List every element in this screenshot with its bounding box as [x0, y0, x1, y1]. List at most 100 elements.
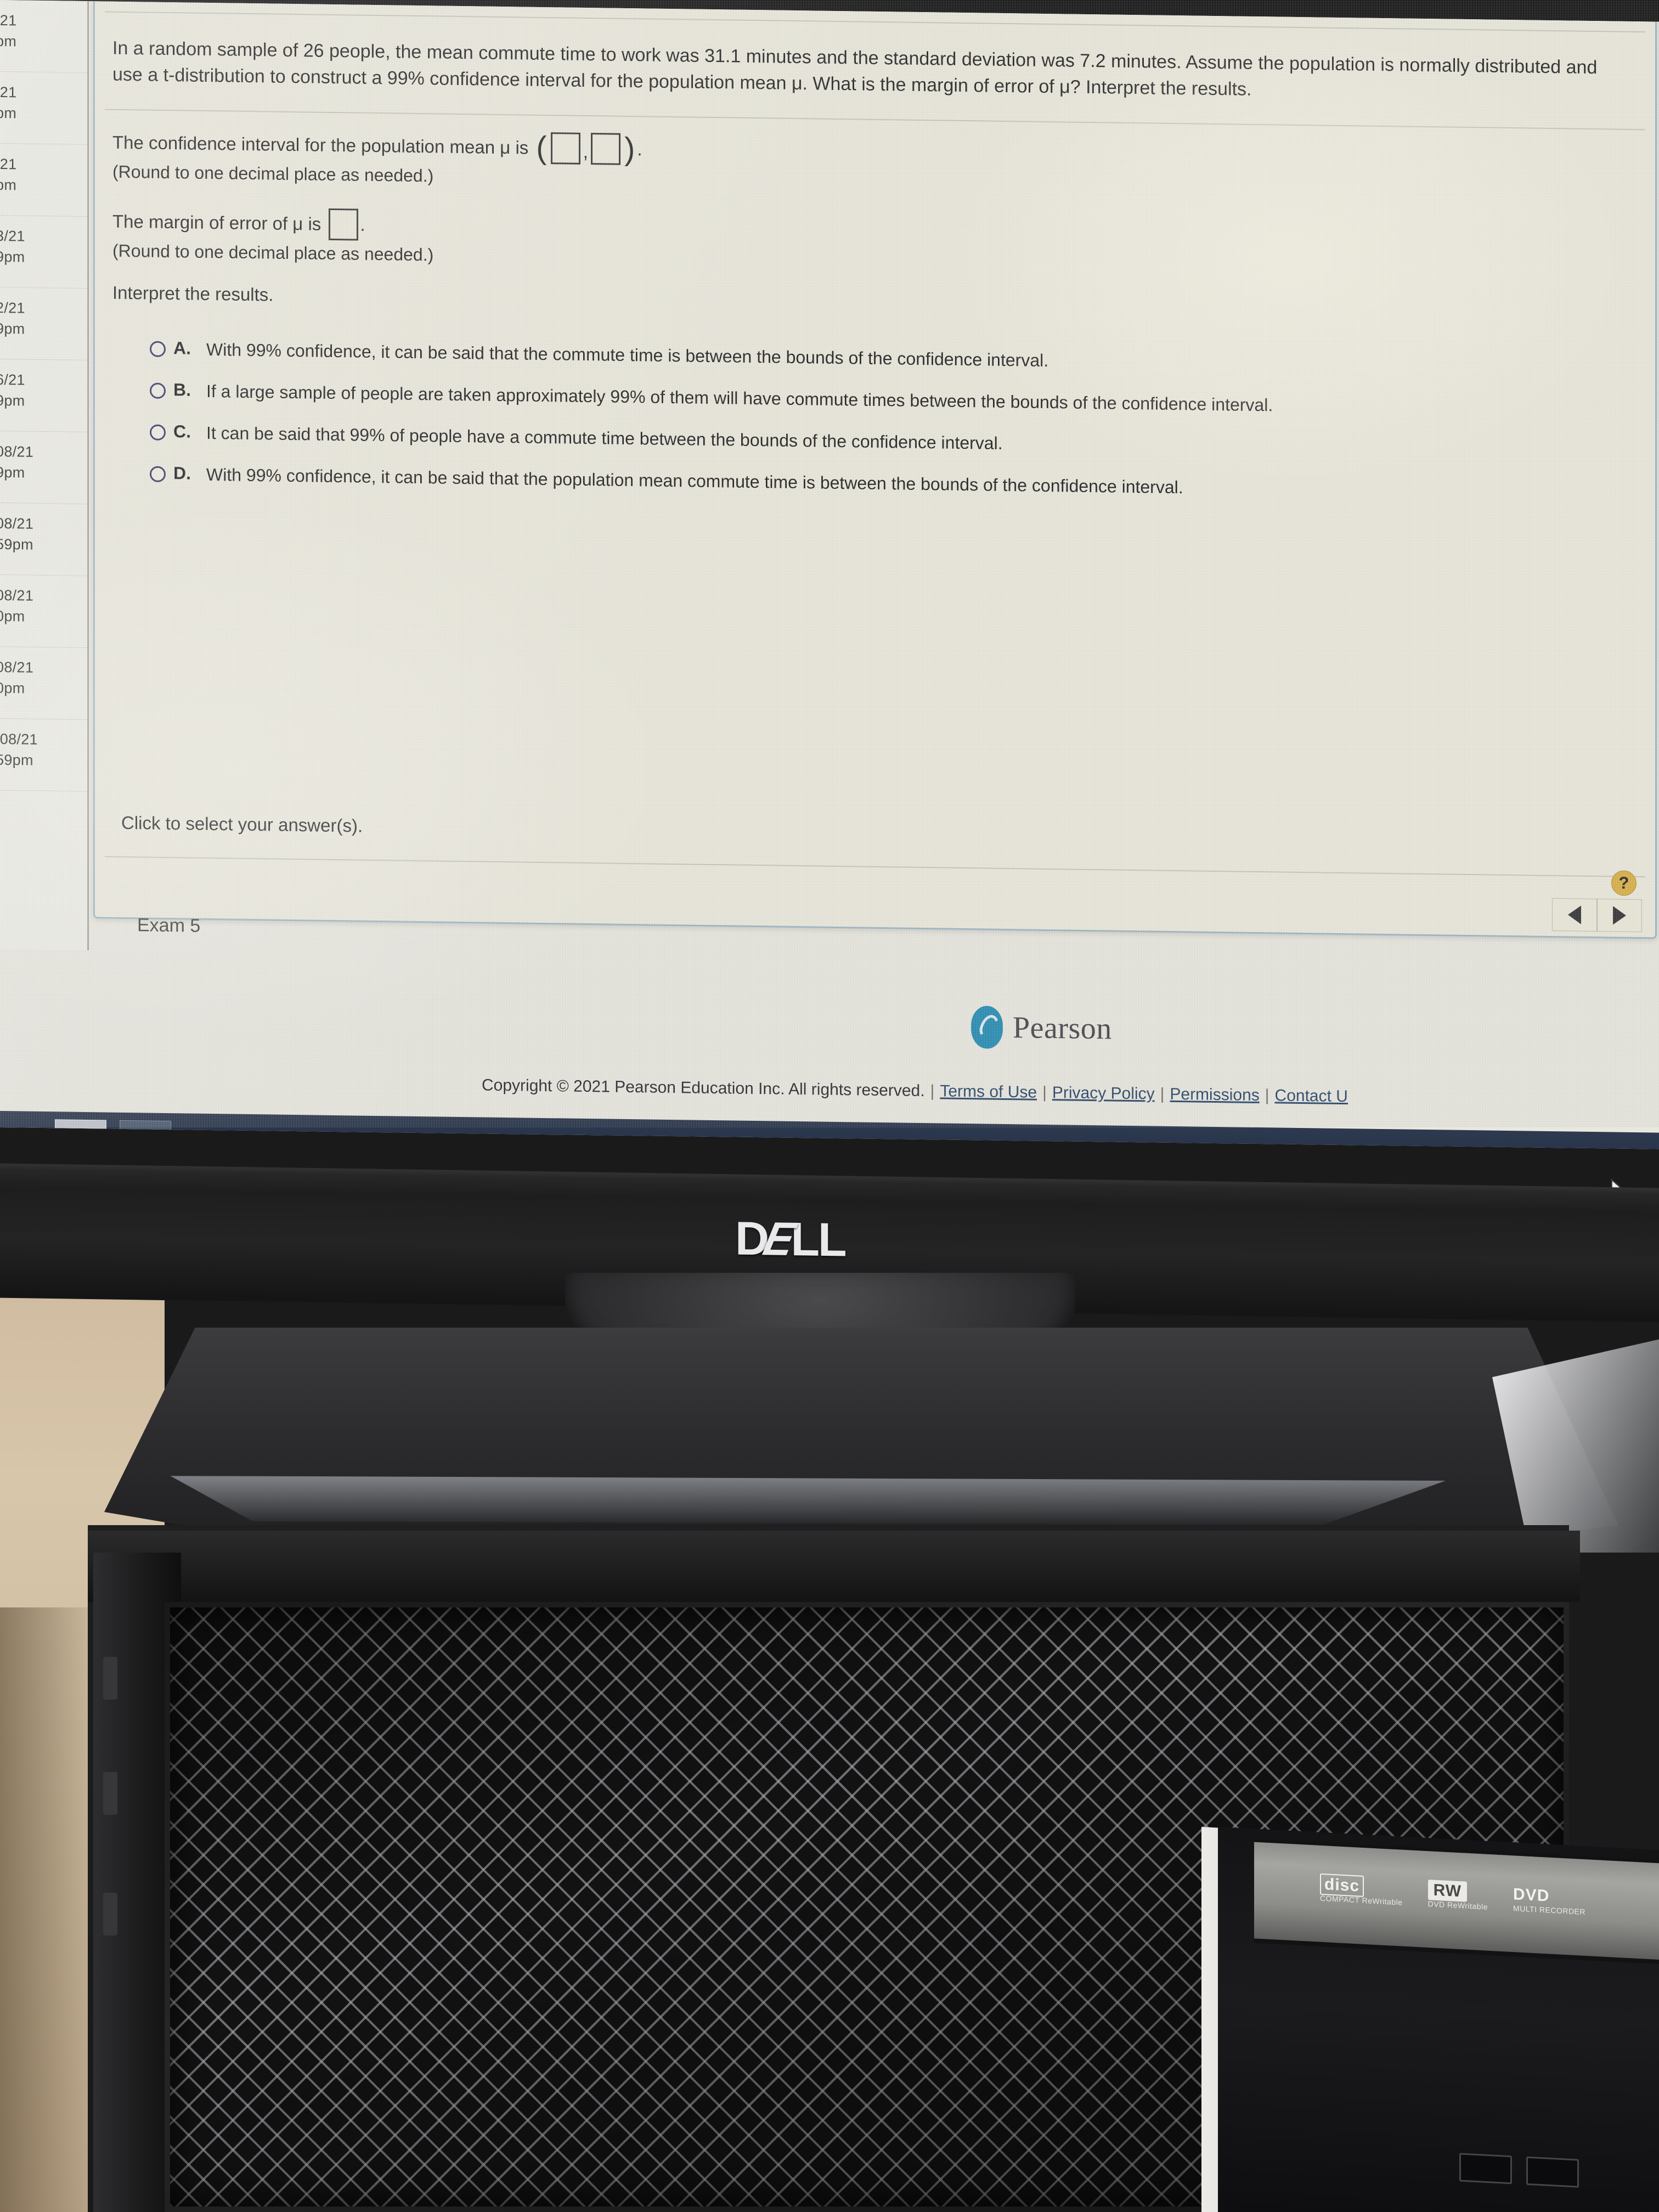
pearson-wordmark: Pearson	[1013, 1011, 1112, 1046]
media-player-icon	[6, 1130, 32, 1149]
chrome-icon	[64, 1128, 97, 1149]
radio-button-a[interactable]	[150, 341, 166, 357]
radio-button-c[interactable]	[150, 424, 166, 441]
confidence-interval-answer: The confidence interval for the populati…	[112, 127, 1210, 196]
due-time: 0pm	[0, 680, 25, 697]
permissions-link[interactable]: Permissions	[1170, 1085, 1259, 1105]
privacy-policy-link[interactable]: Privacy Policy	[1052, 1084, 1155, 1103]
divider-top	[105, 11, 1645, 33]
usb-port-icon	[1526, 2156, 1579, 2188]
due-time: 9pm	[0, 320, 25, 337]
previous-question-button[interactable]	[1552, 898, 1597, 932]
help-badge-icon[interactable]: ?	[1611, 870, 1637, 896]
tower-tab	[103, 1772, 117, 1815]
taskbar-item-chrome[interactable]	[55, 1119, 106, 1149]
optical-drive-face[interactable]: disc COMPACT ReWritable RW DVD ReWritabl…	[1254, 1838, 1659, 1965]
confidence-interval-label: The confidence interval for the populati…	[112, 132, 529, 158]
due-time: 59pm	[0, 536, 33, 554]
due-time: pm	[0, 177, 17, 194]
taskbar-item-media-player[interactable]	[0, 1119, 45, 1149]
monitor-screen: /21 pm /21 pm /21 pm 3/21 9pm 2/21 9pm 6…	[0, 0, 1659, 1149]
separator: |	[1265, 1086, 1269, 1105]
click-to-select-hint: Click to select your answer(s).	[121, 812, 363, 836]
rw-logo-icon: RW DVD ReWritable	[1427, 1880, 1488, 1911]
optical-drive-labels: disc COMPACT ReWritable RW DVD ReWritabl…	[1320, 1873, 1585, 1916]
sidebar-due-dates[interactable]: /21 pm /21 pm /21 pm 3/21 9pm 2/21 9pm 6…	[0, 0, 89, 951]
option-text: With 99% confidence, it can be said that…	[206, 464, 1183, 498]
monitor-stand-highlight	[170, 1476, 1446, 1525]
list-item[interactable]: /21 pm	[0, 72, 87, 145]
terms-of-use-link[interactable]: Terms of Use	[940, 1082, 1037, 1102]
compact-disc-icon: disc COMPACT ReWritable	[1320, 1873, 1403, 1907]
due-date: 08/21	[0, 658, 34, 676]
option-text: It can be said that 99% of people have a…	[206, 422, 1003, 453]
due-date: /21	[0, 155, 17, 173]
word-icon: W	[131, 1132, 159, 1149]
option-text: If a large sample of people are taken ap…	[206, 381, 1273, 415]
close-paren: )	[624, 131, 635, 167]
list-item[interactable]: 2/21 9pm	[0, 287, 87, 361]
due-time: 9pm	[0, 249, 25, 266]
list-item[interactable]: /21 pm	[0, 0, 87, 74]
option-text: With 99% confidence, it can be said that…	[206, 339, 1049, 371]
option-c[interactable]: C. It can be said that 99% of people hav…	[150, 421, 1631, 462]
list-item[interactable]: /21 pm	[0, 144, 87, 217]
due-date: /08/21	[0, 730, 38, 748]
due-date: /21	[0, 83, 17, 101]
comma-separator: ,	[583, 141, 589, 162]
list-item[interactable]: 3/21 9pm	[0, 216, 87, 289]
room-shadow	[0, 1607, 99, 2212]
list-item[interactable]: 08/21 9pm	[0, 431, 87, 505]
radio-button-b[interactable]	[150, 382, 166, 399]
question-help-label: Question Help	[1490, 1, 1592, 15]
confidence-interval-period: .	[637, 138, 642, 159]
due-date: 08/21	[0, 443, 34, 460]
option-letter: A.	[173, 338, 191, 358]
list-item[interactable]: 6/21 9pm	[0, 359, 87, 433]
optical-drive-panel: disc COMPACT ReWritable RW DVD ReWritabl…	[1218, 1827, 1659, 2212]
option-letter: D.	[173, 463, 191, 483]
open-paren: (	[536, 129, 547, 166]
usb-port-icon	[1459, 2153, 1512, 2185]
pearson-mark-icon	[971, 1006, 1003, 1049]
confidence-lower-input[interactable]	[550, 132, 580, 165]
photo-of-monitor-scene: /21 pm /21 pm /21 pm 3/21 9pm 2/21 9pm 6…	[0, 0, 1659, 2212]
due-time: 59pm	[0, 752, 33, 769]
exam-title: Exam 5	[137, 915, 201, 936]
due-time: 9pm	[0, 464, 25, 481]
list-item[interactable]: 08/21 0pm	[0, 575, 87, 648]
radio-button-d[interactable]	[150, 466, 166, 482]
separator: |	[1160, 1085, 1165, 1103]
option-b[interactable]: B. If a large sample of people are taken…	[150, 380, 1631, 421]
list-item[interactable]: /08/21 59pm	[0, 719, 87, 792]
separator: |	[930, 1082, 935, 1101]
gear-icon[interactable]	[1629, 1, 1651, 18]
question-help-button[interactable]: Question Help ▼	[1481, 1, 1619, 21]
option-letter: C.	[173, 421, 191, 442]
option-letter: B.	[173, 380, 191, 400]
margin-of-error-period: .	[360, 214, 365, 235]
confidence-upper-input[interactable]	[591, 133, 621, 165]
question-help-bar: Question Help ▼	[1420, 1, 1651, 22]
due-time: pm	[0, 33, 17, 50]
due-time: pm	[0, 105, 17, 122]
taskbar-item-word[interactable]: W	[120, 1120, 171, 1149]
margin-of-error-input[interactable]	[329, 208, 359, 241]
due-date: 08/21	[0, 515, 34, 532]
list-item[interactable]: 08/21 59pm	[0, 503, 87, 577]
due-date: 6/21	[0, 371, 25, 388]
interpret-heading: Interpret the results.	[112, 282, 274, 305]
option-a[interactable]: A. With 99% confidence, it can be said t…	[150, 338, 1631, 379]
divider-mid	[105, 109, 1645, 131]
arrow-right-icon	[1613, 906, 1626, 925]
contact-us-link[interactable]: Contact U	[1275, 1086, 1348, 1106]
margin-of-error-label: The margin of error of μ is	[112, 211, 321, 234]
due-date: 2/21	[0, 299, 25, 317]
tower-tab	[103, 1657, 117, 1700]
chevron-down-icon: ▼	[1598, 1, 1610, 14]
list-item[interactable]: 08/21 0pm	[0, 647, 87, 720]
divider-bottom	[105, 856, 1645, 878]
question-navigation	[1552, 898, 1642, 933]
option-d[interactable]: D. With 99% confidence, it can be said t…	[150, 463, 1631, 504]
next-question-button[interactable]	[1597, 899, 1642, 933]
